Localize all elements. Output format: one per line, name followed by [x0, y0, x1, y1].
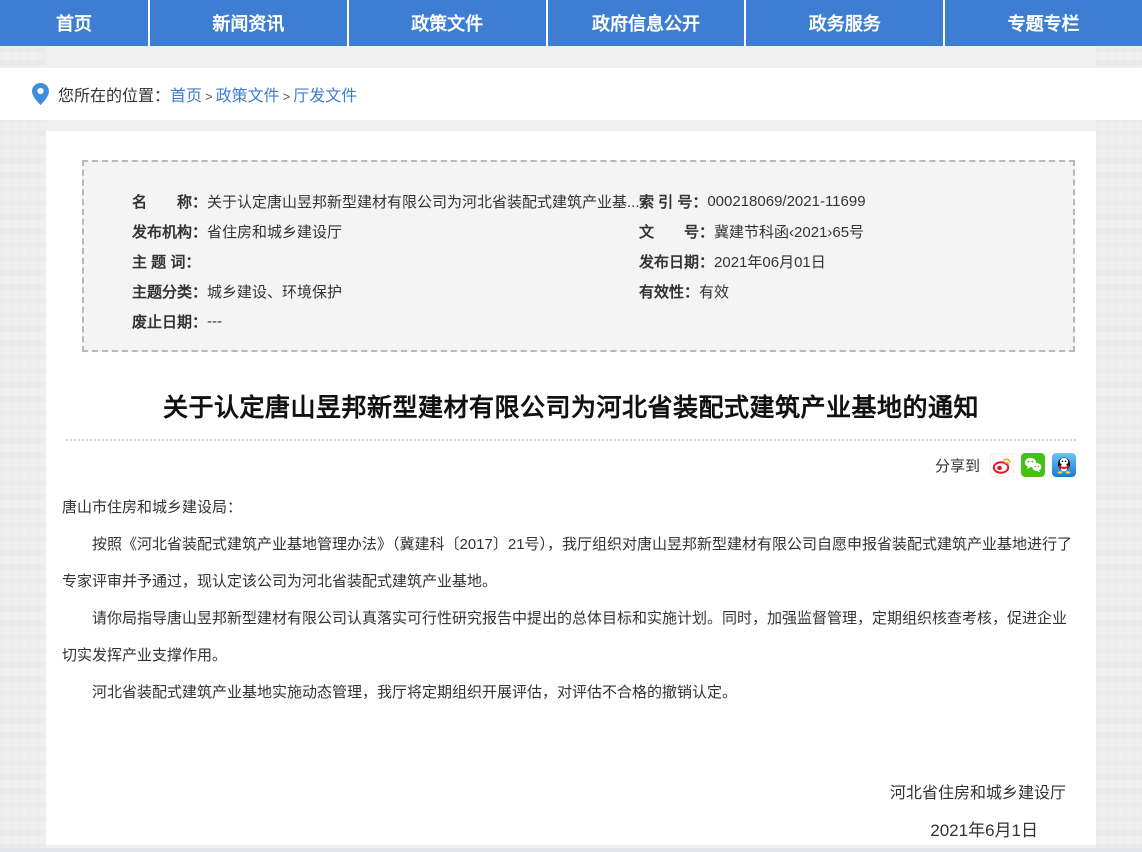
meta-value-index-number: 000218069/2021-11699	[707, 193, 865, 210]
paragraph-1: 按照《河北省装配式建筑产业基地管理办法》（冀建科〔2017〕21号），我厅组织对…	[62, 526, 1080, 600]
weibo-share-icon[interactable]	[990, 453, 1014, 477]
meta-label-subject-category: 主题分类：	[132, 281, 207, 302]
meta-label-validity: 有效性：	[639, 281, 699, 302]
meta-label-publish-date: 发布日期：	[639, 251, 714, 272]
nav-item-gov-info[interactable]: 政府信息公开	[548, 0, 747, 46]
breadcrumb-separator: >	[283, 89, 291, 104]
meta-label-index-number: 索 引 号：	[639, 191, 707, 212]
meta-row-issuing-agency: 发布机构： 省住房和城乡建设厅	[132, 216, 637, 246]
nav-item-news[interactable]: 新闻资讯	[150, 0, 349, 46]
nav-item-home[interactable]: 首页	[0, 0, 150, 46]
nav-item-special-topics[interactable]: 专题专栏	[945, 0, 1142, 46]
footer-edge	[0, 848, 1142, 852]
meta-row-publish-date: 发布日期： 2021年06月01日	[639, 246, 1073, 276]
breadcrumb: 您所在的位置：首页>政策文件>厅发文件	[58, 82, 357, 106]
meta-value-validity: 有效	[699, 281, 729, 302]
paragraph-addressee: 唐山市住房和城乡建设局：	[62, 489, 1080, 526]
meta-row-name: 名 称： 关于认定唐山昱邦新型建材有限公司为河北省装配式建筑产业基...	[132, 186, 637, 216]
meta-row-index-number: 索 引 号： 000218069/2021-11699	[639, 186, 1073, 216]
meta-row-doc-number: 文 号： 冀建节科函‹2021›65号	[639, 216, 1073, 246]
share-row: 分享到	[46, 453, 1096, 477]
nav-item-policy-files[interactable]: 政策文件	[349, 0, 548, 46]
meta-label-issuing-agency: 发布机构：	[132, 221, 207, 242]
qq-share-icon[interactable]	[1052, 453, 1076, 477]
title-divider	[66, 439, 1076, 441]
meta-value-issuing-agency: 省住房和城乡建设厅	[207, 221, 342, 242]
right-watermark	[1096, 46, 1142, 852]
signature-organization: 河北省住房和城乡建设厅	[62, 775, 1080, 812]
location-pin-icon	[32, 83, 49, 105]
meta-right-column: 索 引 号： 000218069/2021-11699 文 号： 冀建节科函‹2…	[637, 186, 1073, 350]
paragraph-2: 请你局指导唐山昱邦新型建材有限公司认真落实可行性研究报告中提出的总体目标和实施计…	[62, 600, 1080, 674]
paragraph-3: 河北省装配式建筑产业基地实施动态管理，我厅将定期组织开展评估，对评估不合格的撤销…	[62, 674, 1080, 711]
meta-value-doc-number: 冀建节科函‹2021›65号	[714, 221, 864, 242]
meta-label-doc-number: 文 号：	[639, 221, 714, 242]
meta-left-column: 名 称： 关于认定唐山昱邦新型建材有限公司为河北省装配式建筑产业基... 发布机…	[84, 186, 637, 350]
breadcrumb-link-home[interactable]: 首页	[170, 88, 202, 105]
breadcrumb-bar: 您所在的位置：首页>政策文件>厅发文件	[0, 68, 1142, 120]
meta-label-subject-words: 主 题 词：	[132, 251, 200, 272]
nav-item-gov-services[interactable]: 政务服务	[746, 0, 945, 46]
share-label: 分享到	[935, 455, 980, 476]
meta-row-subject-words: 主 题 词：	[132, 246, 637, 276]
meta-row-abolition-date: 废止日期： ---	[132, 306, 637, 336]
meta-row-validity: 有效性： 有效	[639, 276, 1073, 306]
meta-label-abolition-date: 废止日期：	[132, 311, 207, 332]
breadcrumb-prefix: 您所在的位置：	[58, 88, 170, 105]
meta-value-subject-category: 城乡建设、环境保护	[207, 281, 342, 302]
left-watermark	[0, 46, 46, 852]
document-card: 名 称： 关于认定唐山昱邦新型建材有限公司为河北省装配式建筑产业基... 发布机…	[46, 131, 1096, 845]
meta-value-name: 关于认定唐山昱邦新型建材有限公司为河北省装配式建筑产业基...	[207, 191, 640, 212]
meta-row-subject-category: 主题分类： 城乡建设、环境保护	[132, 276, 637, 306]
breadcrumb-separator: >	[205, 89, 213, 104]
meta-value-publish-date: 2021年06月01日	[714, 251, 826, 272]
breadcrumb-link-policy[interactable]: 政策文件	[216, 88, 280, 105]
wechat-share-icon[interactable]	[1021, 453, 1045, 477]
meta-value-abolition-date: ---	[207, 313, 222, 330]
signature-date: 2021年6月1日	[62, 812, 1080, 845]
breadcrumb-link-dept-files[interactable]: 厅发文件	[293, 88, 357, 105]
meta-label-name: 名 称：	[132, 191, 207, 212]
document-body: 唐山市住房和城乡建设局： 按照《河北省装配式建筑产业基地管理办法》（冀建科〔20…	[46, 489, 1096, 845]
page-title: 关于认定唐山昱邦新型建材有限公司为河北省装配式建筑产业基地的通知	[46, 388, 1096, 424]
document-meta-box: 名 称： 关于认定唐山昱邦新型建材有限公司为河北省装配式建筑产业基... 发布机…	[82, 160, 1075, 352]
top-nav: 首页 新闻资讯 政策文件 政府信息公开 政务服务 专题专栏	[0, 0, 1142, 46]
